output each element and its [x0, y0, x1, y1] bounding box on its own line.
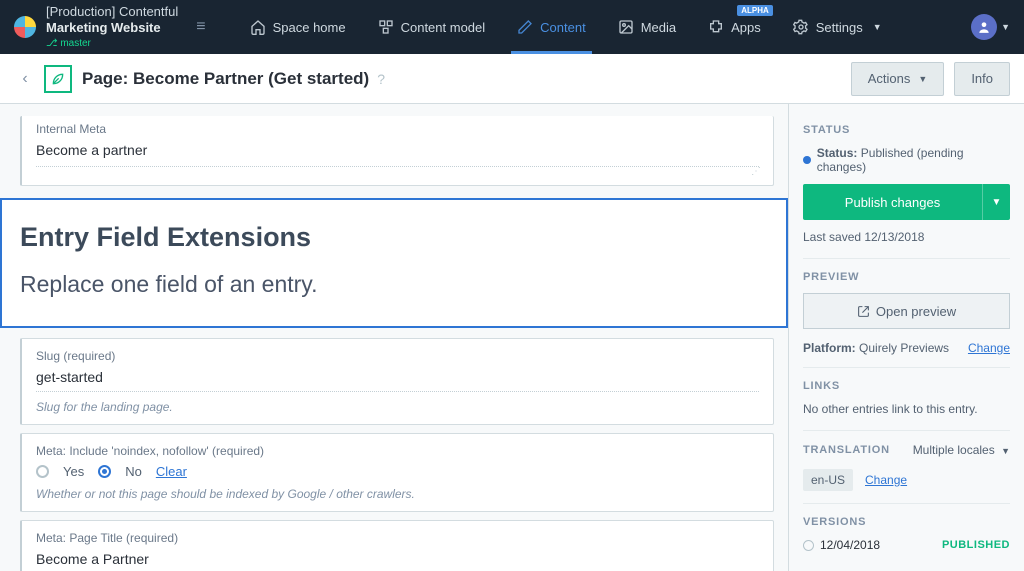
version-status: PUBLISHED — [942, 539, 1010, 551]
user-avatar[interactable] — [971, 14, 997, 40]
preview-heading: PREVIEW — [803, 271, 1010, 283]
field-label: Meta: Include 'noindex, nofollow' (requi… — [36, 444, 759, 458]
brand-env: [Production] Contentful — [46, 4, 178, 20]
page-header: ‹ Page: Become Partner (Get started) ? A… — [0, 54, 1024, 104]
translation-heading: TRANSLATION — [803, 444, 890, 456]
field-help: Slug for the landing page. — [36, 400, 759, 414]
pen-icon — [517, 19, 533, 35]
external-link-icon — [857, 305, 870, 318]
top-nav: [Production] Contentful Marketing Websit… — [0, 0, 1024, 54]
alpha-badge: ALPHA — [737, 5, 773, 16]
slug-input[interactable]: get-started — [36, 369, 759, 392]
extension-callout: Entry Field Extensions Replace one field… — [0, 198, 788, 328]
resize-handle-icon[interactable]: ⋰ — [36, 169, 759, 175]
radio-yes-label: Yes — [63, 464, 84, 479]
gear-icon — [793, 19, 809, 35]
radio-icon — [803, 540, 814, 551]
content-type-icon — [44, 65, 72, 93]
publish-dropdown[interactable]: ▼ — [982, 184, 1010, 220]
help-icon[interactable]: ? — [377, 71, 385, 87]
platform-label: Platform: — [803, 341, 856, 355]
nav-media[interactable]: Media — [602, 0, 692, 54]
radio-no[interactable] — [98, 465, 111, 478]
callout-body: Replace one field of an entry. — [20, 271, 768, 298]
publish-button[interactable]: Publish changes ▼ — [803, 184, 1010, 220]
field-label: Internal Meta — [36, 122, 759, 136]
nav-content[interactable]: Content — [501, 0, 602, 54]
field-page-title: Meta: Page Title (required) Become a Par… — [20, 520, 774, 571]
actions-button[interactable]: Actions ▼ — [851, 62, 945, 96]
editor-pane: Internal Meta Become a partner ⋰ Entry F… — [0, 104, 788, 571]
nav-content-model[interactable]: Content model — [362, 0, 502, 54]
version-date: 12/04/2018 — [820, 538, 880, 552]
nav-label: Apps — [731, 20, 761, 35]
user-icon — [977, 20, 991, 34]
last-saved: Last saved 12/13/2018 — [803, 230, 1010, 244]
locale-pill: en-US — [803, 469, 853, 491]
menu-icon[interactable]: ≡ — [196, 18, 205, 36]
radio-no-label: No — [125, 464, 142, 479]
status-heading: STATUS — [803, 124, 1010, 136]
chevron-down-icon: ▼ — [1001, 446, 1010, 456]
brand-name: Marketing Website — [46, 20, 178, 36]
status-dot-icon — [803, 156, 811, 164]
field-label: Slug (required) — [36, 349, 759, 363]
sidebar: STATUS Status: Published (pending change… — [788, 104, 1024, 571]
links-heading: LINKS — [803, 380, 1010, 392]
open-preview-button[interactable]: Open preview — [803, 293, 1010, 329]
image-icon — [618, 19, 634, 35]
home-icon — [250, 19, 266, 35]
status-label: Status: — [817, 146, 858, 160]
field-value[interactable]: Become a partner — [36, 142, 759, 158]
open-preview-label: Open preview — [876, 304, 956, 319]
callout-heading: Entry Field Extensions — [20, 222, 768, 253]
info-label: Info — [971, 71, 993, 86]
publish-label[interactable]: Publish changes — [803, 184, 982, 220]
field-noindex: Meta: Include 'noindex, nofollow' (requi… — [20, 433, 774, 512]
nav-label: Media — [641, 20, 676, 35]
translation-dropdown[interactable]: Multiple locales ▼ — [913, 443, 1010, 457]
page-title-input[interactable]: Become a Partner — [36, 551, 759, 571]
leaf-icon — [50, 71, 66, 87]
field-slug: Slug (required) get-started Slug for the… — [20, 338, 774, 425]
translation-value: Multiple locales — [913, 443, 995, 457]
radio-yes[interactable] — [36, 465, 49, 478]
status-row: Status: Published (pending changes) — [803, 146, 1010, 174]
chevron-down-icon: ▼ — [873, 22, 882, 32]
chevron-down-icon[interactable]: ▼ — [1001, 22, 1010, 32]
change-locale-link[interactable]: Change — [865, 473, 907, 487]
page-title: Page: Become Partner (Get started) — [82, 69, 369, 89]
nav-label: Space home — [273, 20, 346, 35]
field-label: Meta: Page Title (required) — [36, 531, 759, 545]
brand-block[interactable]: [Production] Contentful Marketing Websit… — [46, 4, 178, 49]
nav-items: Space home Content model Content Media A… — [234, 0, 898, 54]
boxes-icon — [378, 19, 394, 35]
platform-value: Quirely Previews — [859, 341, 949, 355]
version-row[interactable]: 12/04/2018 PUBLISHED — [803, 538, 1010, 552]
nav-apps[interactable]: ALPHA Apps — [692, 0, 777, 54]
field-help: Whether or not this page should be index… — [36, 487, 759, 501]
chevron-down-icon: ▼ — [918, 74, 927, 84]
info-button[interactable]: Info — [954, 62, 1010, 96]
back-button[interactable]: ‹ — [14, 70, 36, 88]
versions-heading: VERSIONS — [803, 516, 1010, 528]
links-text: No other entries link to this entry. — [803, 402, 1010, 416]
nav-label: Content — [540, 20, 586, 35]
actions-label: Actions — [868, 71, 911, 86]
change-platform-link[interactable]: Change — [968, 341, 1010, 355]
nav-settings[interactable]: Settings ▼ — [777, 0, 898, 54]
nav-label: Content model — [401, 20, 486, 35]
brand-branch: master — [46, 38, 178, 50]
logo-icon — [14, 16, 36, 38]
clear-link[interactable]: Clear — [156, 464, 187, 479]
nav-space-home[interactable]: Space home — [234, 0, 362, 54]
puzzle-icon — [708, 19, 724, 35]
field-internal-meta: Internal Meta Become a partner ⋰ — [20, 116, 774, 186]
nav-label: Settings — [816, 20, 863, 35]
